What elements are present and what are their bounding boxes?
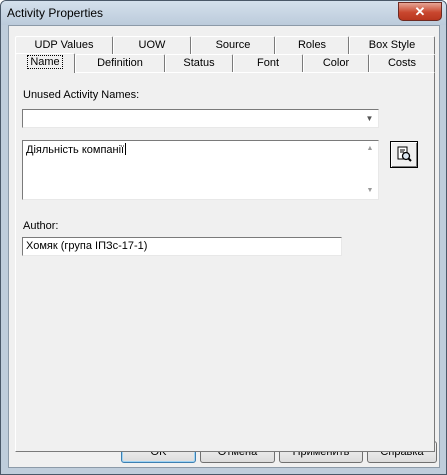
tab-name[interactable]: Name xyxy=(15,53,75,73)
tab-udp-values[interactable]: UDP Values xyxy=(15,36,113,54)
tab-font[interactable]: Font xyxy=(233,54,303,72)
tab-label: Definition xyxy=(97,57,143,69)
close-icon: ✕ xyxy=(414,4,426,19)
unused-names-label: Unused Activity Names: xyxy=(23,89,140,101)
tab-label: Name xyxy=(27,55,63,69)
tab-costs[interactable]: Costs xyxy=(369,54,435,72)
dialog-client-area: UDP Values UOW Source Roles Box Style Na… xyxy=(8,25,440,468)
tab-label: Font xyxy=(256,57,279,69)
tab-label: UOW xyxy=(138,39,166,51)
tab-label: Roles xyxy=(297,39,327,51)
text-caret xyxy=(125,143,127,155)
tab-roles[interactable]: Roles xyxy=(275,36,349,54)
tab-label: Color xyxy=(322,57,350,69)
tab-definition[interactable]: Definition xyxy=(75,54,165,72)
activity-name-value: Діяльність компанії xyxy=(26,143,127,156)
tab-uow[interactable]: UOW xyxy=(113,36,191,54)
tab-label: Costs xyxy=(387,57,417,69)
tab-color[interactable]: Color xyxy=(303,54,369,72)
name-tab-panel: Unused Activity Names: ▼ Діяльність комп… xyxy=(15,72,435,452)
tab-label: Source xyxy=(215,39,251,51)
magnifier-document-icon xyxy=(397,146,412,162)
activity-name-text: Діяльність компанії xyxy=(26,144,125,156)
close-button[interactable]: ✕ xyxy=(398,2,442,21)
title-bar[interactable]: Activity Properties ✕ xyxy=(1,1,446,25)
tab-source[interactable]: Source xyxy=(191,36,275,54)
tab-label: UDP Values xyxy=(34,39,94,51)
scroll-down-icon[interactable]: ▼ xyxy=(363,185,377,197)
tab-box-style[interactable]: Box Style xyxy=(349,36,435,54)
tab-label: Box Style xyxy=(368,39,416,51)
unused-names-combo[interactable]: ▼ xyxy=(22,109,379,128)
activity-name-textarea[interactable]: Діяльність компанії ▲ ▼ xyxy=(22,140,379,200)
window-title: Activity Properties xyxy=(7,6,104,20)
tab-status[interactable]: Status xyxy=(165,54,233,72)
find-name-button[interactable] xyxy=(390,141,418,168)
scroll-up-icon[interactable]: ▲ xyxy=(363,143,377,155)
tab-label: Status xyxy=(183,57,215,69)
author-field[interactable]: Хомяк (група ІПЗс-17-1) xyxy=(22,237,342,256)
author-value: Хомяк (група ІПЗс-17-1) xyxy=(26,240,148,252)
dialog-window: Activity Properties ✕ UDP Values UOW Sou… xyxy=(0,0,447,475)
chevron-down-icon[interactable]: ▼ xyxy=(362,111,377,126)
author-label: Author: xyxy=(23,220,59,232)
